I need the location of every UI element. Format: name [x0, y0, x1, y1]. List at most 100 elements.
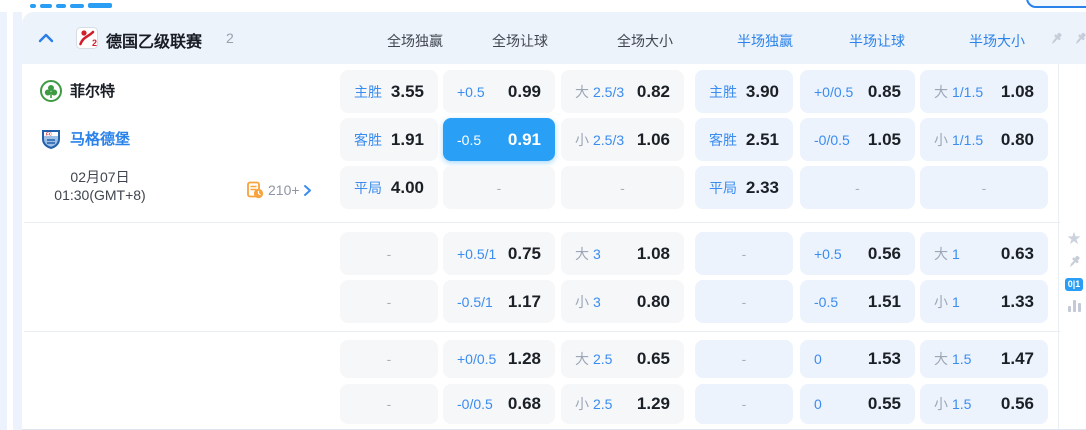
empty-odds-dash: - — [496, 179, 502, 196]
match-datetime: 02月07日 01:30(GMT+8) — [30, 168, 170, 204]
odds-cell[interactable]: 主胜 3.90 — [695, 70, 793, 113]
odds-label: +0.5 — [457, 83, 485, 100]
markets-list-icon — [247, 181, 264, 199]
odds-cell[interactable]: 客胜 1.91 — [340, 118, 438, 161]
odds-label: +0.5/1 — [457, 245, 497, 262]
odds-cell[interactable]: -0.5 1.51 — [800, 280, 915, 323]
empty-odds-dash: - — [741, 293, 747, 310]
empty-odds-dash: - — [741, 351, 747, 367]
clipped-header-text — [56, 4, 66, 8]
odds-cell[interactable]: 小 2.5 1.29 — [561, 384, 684, 424]
more-markets-link[interactable]: 210+ — [246, 180, 312, 200]
clipped-header-text — [40, 4, 52, 8]
odds-cell-empty: - — [340, 232, 438, 275]
empty-odds-dash: - — [741, 245, 747, 262]
pin-icon[interactable] — [1048, 31, 1064, 47]
odds-value: 1.33 — [1000, 291, 1034, 311]
collapse-chevron-up-icon[interactable] — [38, 33, 54, 43]
odds-value: 0.85 — [867, 81, 901, 101]
odds-cell[interactable]: -0/0.5 0.68 — [443, 384, 555, 424]
column-header-ht-ou: 半场大小 — [969, 33, 1025, 49]
odds-cell[interactable]: +0.5 0.99 — [443, 70, 555, 113]
odds-cell[interactable]: 小 1 1.33 — [920, 280, 1048, 323]
left-rail — [13, 12, 22, 430]
odds-cell[interactable]: 大 3 1.08 — [561, 232, 684, 275]
away-team-name[interactable]: 马格德堡 — [70, 128, 130, 150]
clipped-header-text — [88, 3, 112, 8]
odds-label: -0.5 — [814, 293, 839, 310]
odds-value: 0.91 — [507, 129, 541, 149]
odds-cell[interactable]: -0/0.5 1.05 — [800, 118, 915, 161]
odds-cell[interactable]: 客胜 2.51 — [695, 118, 793, 161]
odds-cell[interactable]: 0 0.55 — [800, 384, 915, 424]
odds-value: 0.56 — [1000, 394, 1034, 413]
odds-cell[interactable]: 主胜 3.55 — [340, 70, 438, 113]
odds-cell-empty: - — [340, 340, 438, 378]
empty-odds-dash: - — [386, 351, 392, 367]
over-under-prefix: 大 — [934, 245, 948, 262]
home-team-logo-icon — [40, 80, 62, 102]
odds-cell[interactable]: 大 1.5 1.47 — [920, 340, 1048, 378]
over-under-prefix: 大 — [575, 351, 589, 367]
odds-value: 0.63 — [1000, 243, 1034, 263]
odds-cell[interactable]: 小 3 0.80 — [561, 280, 684, 323]
odds-label: 小3 — [575, 293, 601, 310]
odds-cell[interactable]: +0.5/1 0.75 — [443, 232, 555, 275]
empty-odds-dash: - — [741, 396, 747, 412]
column-header-ft-ou: 全场大小 — [617, 33, 673, 49]
odds-cell[interactable]: -0.5/1 1.17 — [443, 280, 555, 323]
svg-text:FC: FC — [46, 132, 53, 137]
odds-cell-empty: - — [695, 340, 793, 378]
pin-icon[interactable] — [1072, 31, 1086, 47]
odds-cell[interactable]: 小 1.5 0.56 — [920, 384, 1048, 424]
odds-cell[interactable]: 大 2.5 0.65 — [561, 340, 684, 378]
odds-cell[interactable]: +0/0.5 0.85 — [800, 70, 915, 113]
odds-value: 1.05 — [867, 129, 901, 149]
odds-value: 0.99 — [507, 81, 541, 101]
odds-value: 0.75 — [507, 243, 541, 263]
odds-cell[interactable]: 小 2.5/3 1.06 — [561, 118, 684, 161]
odds-value: 3.55 — [390, 81, 424, 101]
odds-cell[interactable]: 平局 2.33 — [695, 166, 793, 209]
odds-label: 客胜 — [709, 131, 737, 148]
empty-odds-dash: - — [386, 245, 392, 262]
odds-cell[interactable]: 小 1/1.5 0.80 — [920, 118, 1048, 161]
odds-label: 大 1/1.5 — [934, 83, 984, 100]
odds-cell[interactable]: 大 2.5/3 0.82 — [561, 70, 684, 113]
odds-value: 1.06 — [636, 129, 670, 149]
over-under-prefix: 小 — [934, 396, 948, 412]
odds-label: +0/0.5 — [814, 83, 854, 100]
odds-value: 4.00 — [390, 177, 424, 197]
odds-cell[interactable]: +0.5 0.56 — [800, 232, 915, 275]
odds-value: 2.51 — [745, 129, 779, 149]
score-badge[interactable]: 0|1 — [1062, 274, 1086, 294]
odds-label: +0.5 — [814, 245, 842, 262]
clipped-tab-chip[interactable] — [1026, 0, 1086, 8]
stats-chart-icon[interactable] — [1062, 296, 1086, 316]
left-rail — [0, 12, 7, 430]
favorite-star-icon[interactable]: ★ — [1062, 228, 1086, 248]
odds-cell-empty: - — [920, 166, 1048, 209]
over-under-prefix: 大 — [575, 83, 589, 100]
over-under-prefix: 小 — [575, 131, 589, 148]
pin-icon[interactable] — [1062, 252, 1086, 272]
odds-label: 小 2.5 — [575, 396, 613, 412]
over-under-prefix: 小 — [934, 293, 948, 310]
odds-value: 1.08 — [1000, 81, 1034, 101]
odds-value: 1.29 — [636, 394, 670, 413]
odds-cell-empty: - — [340, 384, 438, 424]
over-under-prefix: 大 — [934, 83, 948, 100]
odds-cell[interactable]: 平局 4.00 — [340, 166, 438, 209]
odds-label: 小 2.5/3 — [575, 131, 625, 148]
over-under-prefix: 小 — [575, 293, 589, 310]
home-team-name[interactable]: 菲尔特 — [70, 80, 115, 102]
odds-cell[interactable]: -0.5 0.91 — [443, 118, 555, 161]
odds-cell[interactable]: 大 1 0.63 — [920, 232, 1048, 275]
odds-cell[interactable]: 0 1.53 — [800, 340, 915, 378]
over-under-prefix: 大 — [934, 351, 948, 367]
odds-cell[interactable]: +0/0.5 1.28 — [443, 340, 555, 378]
odds-cell[interactable]: 大 1/1.5 1.08 — [920, 70, 1048, 113]
odds-value: 3.90 — [745, 81, 779, 101]
odds-cell-empty: - — [695, 232, 793, 275]
odds-label: -0/0.5 — [814, 131, 850, 148]
